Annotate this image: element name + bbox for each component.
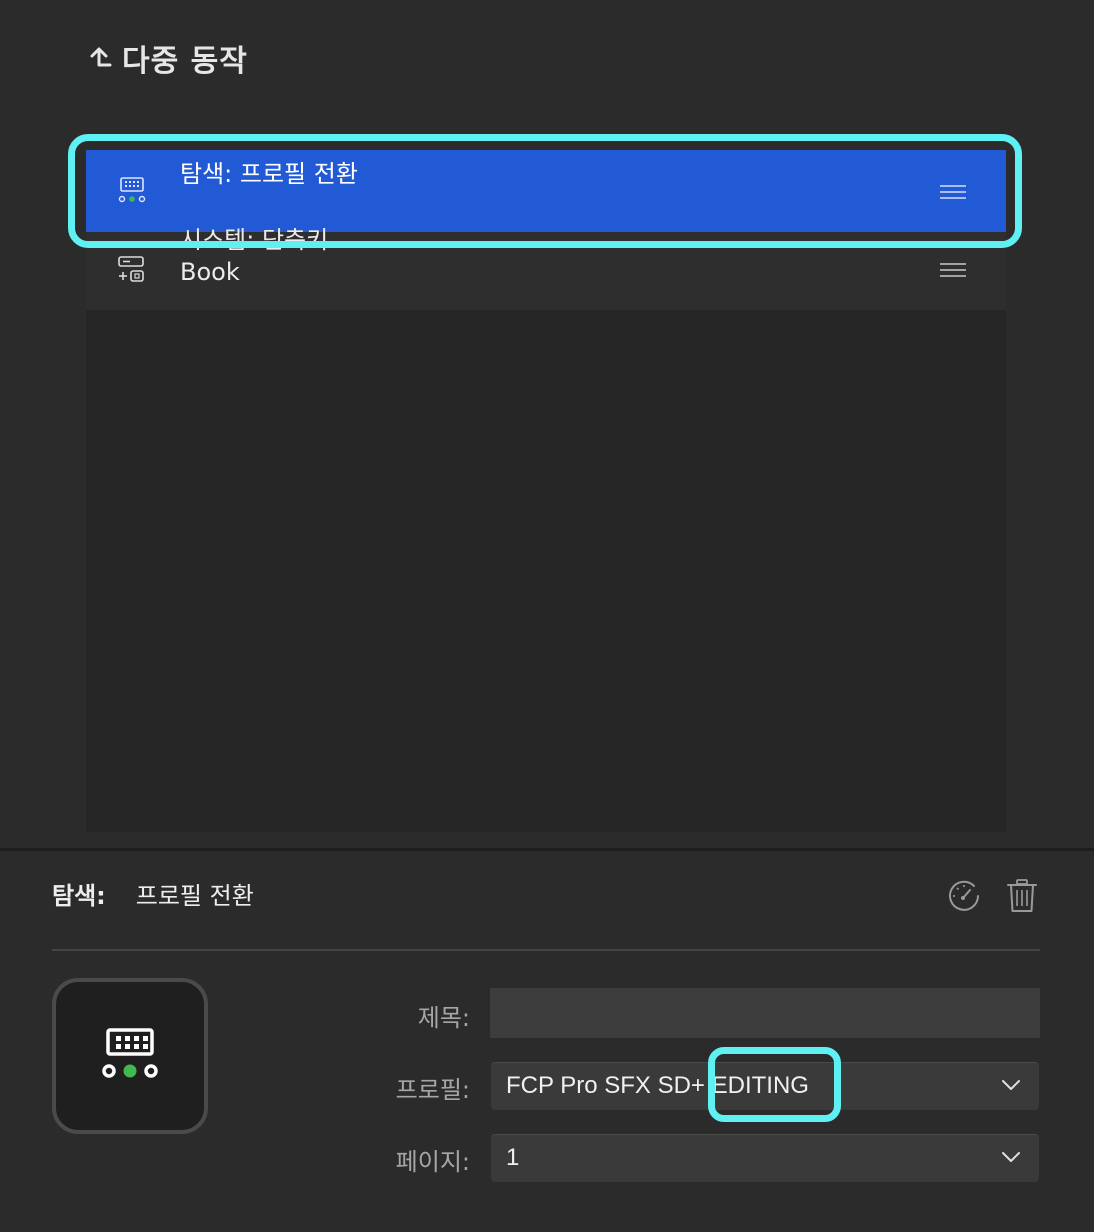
list-item-label: 시스템: 단축키 (180, 226, 329, 254)
title-field[interactable] (490, 988, 1040, 1038)
trash-icon[interactable] (1004, 878, 1040, 914)
detail-name: 프로필 전환 (135, 882, 254, 910)
action-icon-preview[interactable] (52, 978, 208, 1134)
page-label: 페이지: (395, 1148, 470, 1176)
list-item-sublabel: Book (180, 258, 240, 286)
profile-select[interactable]: FCP Pro SFX SD+ EDITING (491, 1062, 1039, 1110)
detail-category: 탐색: (52, 882, 106, 910)
page-title: 다중 동작 (122, 44, 248, 79)
detail-title: 탐색: 프로필 전환 (52, 876, 254, 911)
list-item[interactable]: 탐색: 프로필 전환 (86, 150, 1006, 232)
list-item-label: 탐색: 프로필 전환 (180, 160, 358, 188)
drag-handle-icon[interactable] (940, 262, 966, 278)
chevron-down-icon (1002, 1080, 1020, 1090)
list-item[interactable]: 시스템: 단축키 Book (86, 226, 1006, 310)
action-list: 탐색: 프로필 전환 시스템: 단축키 Book (86, 150, 1006, 832)
drag-handle-icon[interactable] (940, 184, 966, 200)
page-select-value: 1 (506, 1144, 520, 1171)
shortcut-key-icon (118, 256, 144, 282)
profile-label: 프로필: (395, 1076, 470, 1104)
back-button[interactable]: 다중 동작 (86, 36, 248, 80)
keypad-profile-icon (102, 1028, 158, 1078)
page-select[interactable]: 1 (491, 1134, 1039, 1182)
detail-divider (52, 949, 1040, 951)
gauge-icon[interactable] (946, 878, 982, 914)
keypad-profile-icon (118, 177, 146, 203)
title-label: 제목: (417, 1004, 470, 1032)
profile-select-value: FCP Pro SFX SD+ EDITING (506, 1072, 809, 1099)
return-up-arrow-icon (90, 47, 112, 67)
panel-divider (0, 848, 1094, 851)
chevron-down-icon (1002, 1152, 1020, 1162)
